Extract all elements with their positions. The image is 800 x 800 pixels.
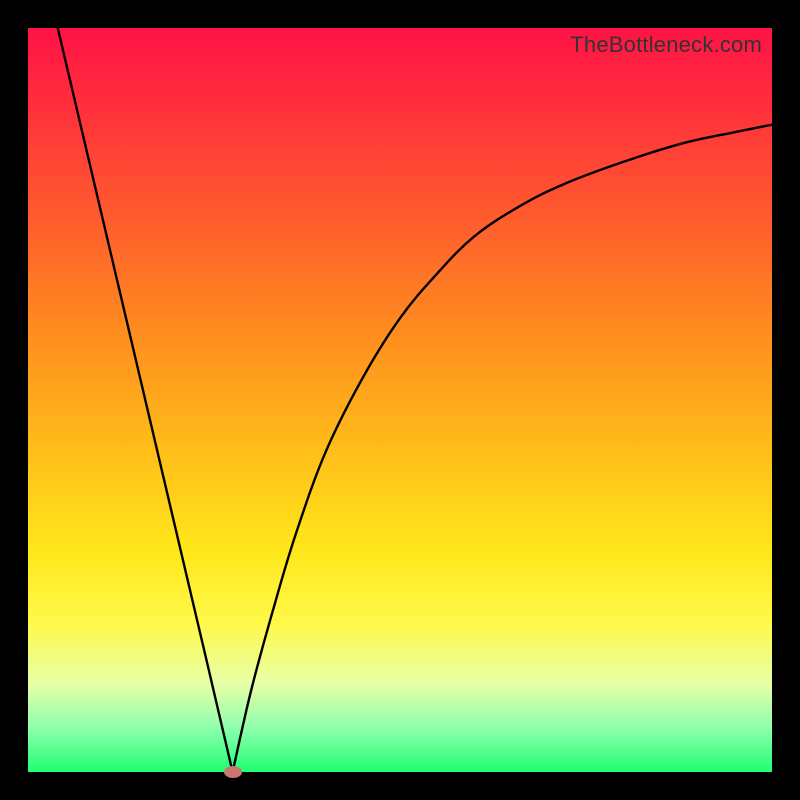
- minimum-marker: [224, 766, 242, 778]
- chart-frame: TheBottleneck.com: [0, 0, 800, 800]
- plot-area: TheBottleneck.com: [28, 28, 772, 772]
- curve-svg: [28, 28, 772, 772]
- bottleneck-curve: [58, 28, 772, 772]
- watermark-text: TheBottleneck.com: [570, 32, 762, 58]
